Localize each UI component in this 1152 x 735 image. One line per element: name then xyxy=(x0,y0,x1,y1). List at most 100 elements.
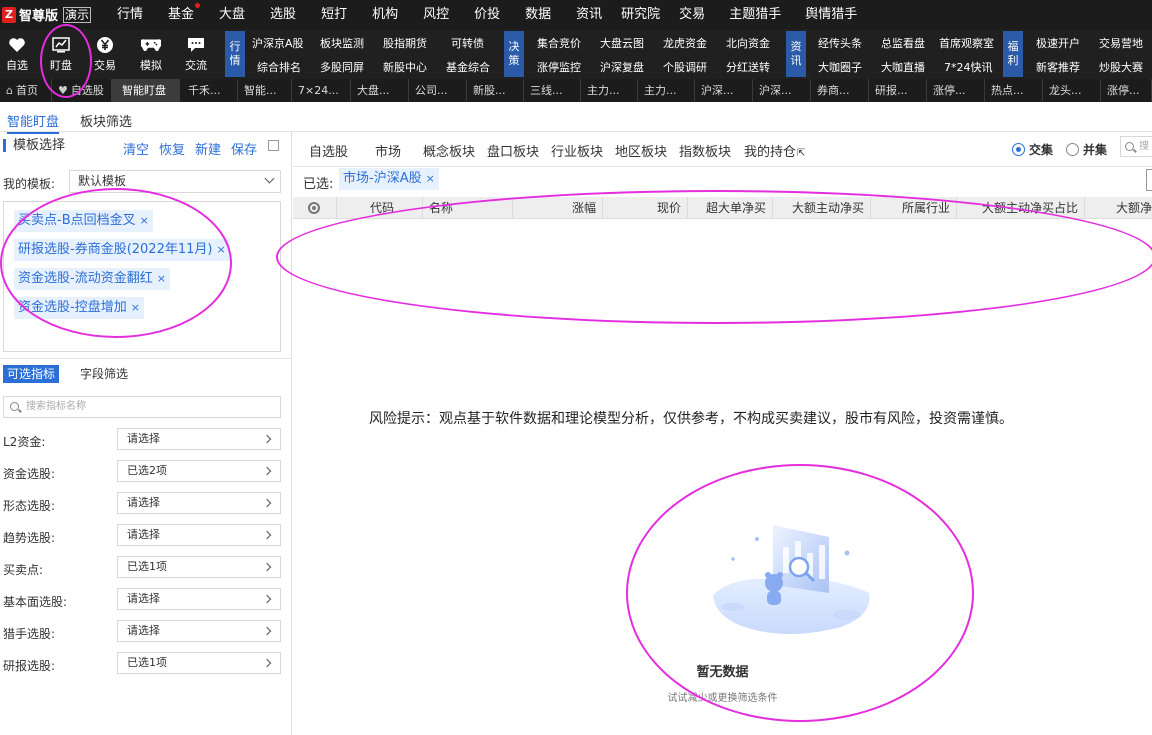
menu-item-jiatou[interactable]: 价投 xyxy=(474,0,500,29)
condition-chip[interactable]: 资金选股-流动资金翻红 × xyxy=(14,268,170,290)
quick-link[interactable]: 股指期货 xyxy=(383,35,427,51)
column-header[interactable]: 涨幅 xyxy=(513,197,603,219)
quick-link[interactable]: 龙虎资金 xyxy=(663,35,707,51)
subnav-sector-filter[interactable]: 板块筛选 xyxy=(80,111,132,130)
expand-box[interactable] xyxy=(1146,169,1152,191)
column-header[interactable]: 现价 xyxy=(603,197,688,219)
close-icon[interactable]: × xyxy=(131,301,140,314)
toolbar-button-watchlist[interactable]: 自选 xyxy=(0,29,39,79)
quick-link[interactable]: 大咖直播 xyxy=(881,59,925,75)
tab-region-sector[interactable]: 地区板块 xyxy=(615,141,667,160)
column-header[interactable]: 所属行业 xyxy=(871,197,957,219)
market-chip[interactable]: 市场-沪深A股 × xyxy=(339,168,439,190)
page-tab[interactable]: 涨停... xyxy=(1101,79,1152,102)
menu-item-fengkong[interactable]: 风控 xyxy=(423,0,449,29)
quick-link[interactable]: 新客推荐 xyxy=(1036,59,1080,75)
page-tab[interactable]: 热点... xyxy=(985,79,1043,102)
page-tab[interactable]: 三线... xyxy=(524,79,581,102)
page-tab[interactable]: 公司... xyxy=(409,79,467,102)
tab-industry-sector[interactable]: 行业板块 xyxy=(551,141,603,160)
column-header[interactable]: 大额净 xyxy=(1085,197,1152,219)
filter-select[interactable]: 请选择 xyxy=(117,620,281,642)
quick-link[interactable]: 炒股大赛 xyxy=(1099,59,1143,75)
quick-link[interactable]: 综合排名 xyxy=(257,59,301,75)
tab-watchlist[interactable]: ♥ 自选股 xyxy=(52,79,112,102)
condition-chip[interactable]: 买卖点-B点回档金叉 × xyxy=(14,210,153,232)
stock-search-input[interactable]: 搜 xyxy=(1120,136,1152,157)
menu-item-duanda[interactable]: 短打 xyxy=(321,0,347,29)
page-tab[interactable]: 龙头... xyxy=(1043,79,1101,102)
quick-link[interactable]: 经传头条 xyxy=(818,35,862,51)
filter-select[interactable]: 请选择 xyxy=(117,492,281,514)
menu-item-sentiment-hunter[interactable]: 舆情猎手 xyxy=(805,0,857,29)
page-tab[interactable]: 涨停... xyxy=(927,79,985,102)
tab-market[interactable]: 市场 xyxy=(375,141,401,160)
quick-link[interactable]: 多股同屏 xyxy=(320,59,364,75)
filter-select[interactable]: 请选择 xyxy=(117,428,281,450)
column-settings[interactable] xyxy=(293,197,337,219)
template-manage-icon[interactable] xyxy=(268,140,279,151)
clear-button[interactable]: 清空 xyxy=(123,139,149,158)
condition-chip[interactable]: 研报选股-券商金股(2022年11月) × xyxy=(14,239,230,261)
page-tab[interactable]: 千禾... xyxy=(180,79,238,102)
filter-select[interactable]: 请选择 xyxy=(117,588,281,610)
column-header[interactable]: 大额主动净买 xyxy=(773,197,871,219)
filter-select[interactable]: 请选择 xyxy=(117,524,281,546)
menu-item-data[interactable]: 数据 xyxy=(525,0,551,29)
filter-select[interactable]: 已选2项 xyxy=(117,460,281,482)
tab-watchlist-stocks[interactable]: 自选股 xyxy=(309,141,348,160)
tab-available-indicators[interactable]: 可选指标 xyxy=(3,365,60,383)
menu-item-jigou[interactable]: 机构 xyxy=(372,0,398,29)
quick-link[interactable]: 集合竞价 xyxy=(537,35,581,51)
page-tab[interactable]: 主力... xyxy=(638,79,695,102)
restore-button[interactable]: 恢复 xyxy=(159,139,185,158)
page-tab[interactable]: 研报... xyxy=(869,79,927,102)
filter-select[interactable]: 已选1项 xyxy=(117,556,281,578)
page-tab[interactable]: 券商... xyxy=(811,79,869,102)
quick-link[interactable]: 总监看盘 xyxy=(881,35,925,51)
filter-select[interactable]: 已选1项 xyxy=(117,652,281,674)
quick-link[interactable]: 基金综合 xyxy=(446,59,490,75)
menu-item-news[interactable]: 资讯 xyxy=(576,0,602,29)
column-header[interactable]: 名称 xyxy=(423,197,513,219)
quick-link[interactable]: 交易营地 xyxy=(1099,35,1143,51)
quick-link[interactable]: 首席观察室 xyxy=(939,35,994,51)
quick-link[interactable]: 大盘云图 xyxy=(600,35,644,51)
quick-link[interactable]: 北向资金 xyxy=(726,35,770,51)
close-icon[interactable]: × xyxy=(216,243,225,256)
radio-intersection[interactable]: 交集 xyxy=(1012,141,1053,158)
close-icon[interactable]: × xyxy=(140,214,149,227)
quick-link[interactable]: 极速开户 xyxy=(1036,35,1080,51)
quick-link[interactable]: 个股调研 xyxy=(663,59,707,75)
page-tab[interactable]: 7×24... xyxy=(292,79,351,102)
toolbar-button-community[interactable]: 交流 xyxy=(174,29,218,79)
menu-item-fund[interactable]: 基金 xyxy=(168,0,201,29)
column-header[interactable]: 大额主动净买占比 xyxy=(957,197,1085,219)
toolbar-button-trade[interactable]: 交易 xyxy=(83,29,127,79)
tab-my-holdings[interactable]: 我的持仓⇱ xyxy=(744,141,805,160)
page-tab[interactable]: 主力... xyxy=(581,79,638,102)
tab-index-sector[interactable]: 指数板块 xyxy=(679,141,731,160)
quick-link[interactable]: 分红送转 xyxy=(726,59,770,75)
page-tab[interactable]: 大盘... xyxy=(351,79,409,102)
page-tab[interactable]: 智能... xyxy=(238,79,292,102)
menu-item-xuangu[interactable]: 选股 xyxy=(270,0,296,29)
close-icon[interactable]: × xyxy=(157,272,166,285)
toolbar-button-simulate[interactable]: 模拟 xyxy=(129,29,173,79)
tab-board-sector[interactable]: 盘口板块 xyxy=(487,141,539,160)
menu-item-hangqing[interactable]: 行情 xyxy=(117,0,143,29)
tab-field-filter[interactable]: 字段筛选 xyxy=(80,365,128,383)
page-tab[interactable]: 沪深... xyxy=(695,79,753,102)
column-header[interactable]: 代码 xyxy=(337,197,423,219)
menu-item-theme-hunter[interactable]: 主题猎手 xyxy=(729,0,781,29)
menu-item-research[interactable]: 研究院 xyxy=(621,0,660,29)
quick-link[interactable]: 沪深复盘 xyxy=(600,59,644,75)
quick-link[interactable]: 沪深京A股 xyxy=(252,35,304,51)
tab-home[interactable]: ⌂ 首页 xyxy=(0,79,52,102)
quick-link[interactable]: 板块监测 xyxy=(320,35,364,51)
menu-item-trade[interactable]: 交易 xyxy=(679,0,705,29)
close-icon[interactable]: × xyxy=(426,172,435,185)
template-select[interactable]: 默认模板 xyxy=(69,170,281,193)
quick-link[interactable]: 大咖圈子 xyxy=(818,59,862,75)
demo-badge[interactable]: 演示 xyxy=(63,6,92,23)
